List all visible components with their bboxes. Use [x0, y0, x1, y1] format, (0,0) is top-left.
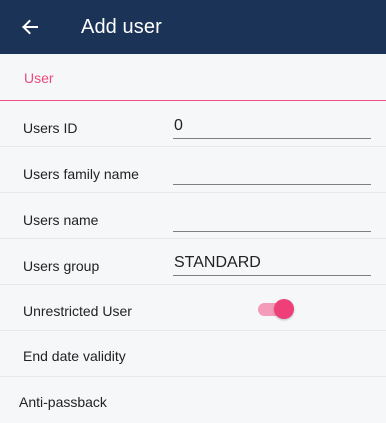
toggle-thumb [274, 299, 294, 319]
users-name-field[interactable] [173, 210, 371, 232]
family-name-label: Users family name [23, 166, 139, 182]
end-date-label: End date validity [23, 348, 126, 364]
users-id-field[interactable]: 0 [173, 117, 371, 139]
arrow-left-icon [22, 19, 38, 35]
users-id-row: Users ID 0 [0, 101, 386, 147]
users-name-row: Users name [0, 193, 386, 239]
back-button[interactable] [20, 13, 48, 41]
end-date-row[interactable]: End date validity [0, 331, 386, 377]
anti-passback-label: Anti-passback [19, 394, 107, 410]
users-id-label: Users ID [23, 120, 78, 136]
family-name-row: Users family name [0, 147, 386, 193]
unrestricted-user-toggle[interactable] [258, 299, 294, 319]
users-name-label: Users name [23, 212, 99, 228]
users-group-label: Users group [23, 258, 100, 274]
family-name-field[interactable] [173, 163, 371, 185]
anti-passback-row[interactable]: Anti-passback [0, 377, 386, 423]
users-group-field[interactable]: STANDARD [173, 254, 371, 276]
users-id-value[interactable]: 0 [174, 117, 364, 135]
section-header-user: User [0, 54, 386, 101]
section-title: User [24, 70, 54, 86]
page-title: Add user [81, 15, 162, 38]
unrestricted-user-row: Unrestricted User [0, 285, 386, 331]
unrestricted-user-label: Unrestricted User [23, 303, 132, 319]
users-group-row: Users group STANDARD [0, 239, 386, 285]
users-group-value[interactable]: STANDARD [174, 254, 364, 272]
app-bar: Add user [0, 0, 386, 54]
